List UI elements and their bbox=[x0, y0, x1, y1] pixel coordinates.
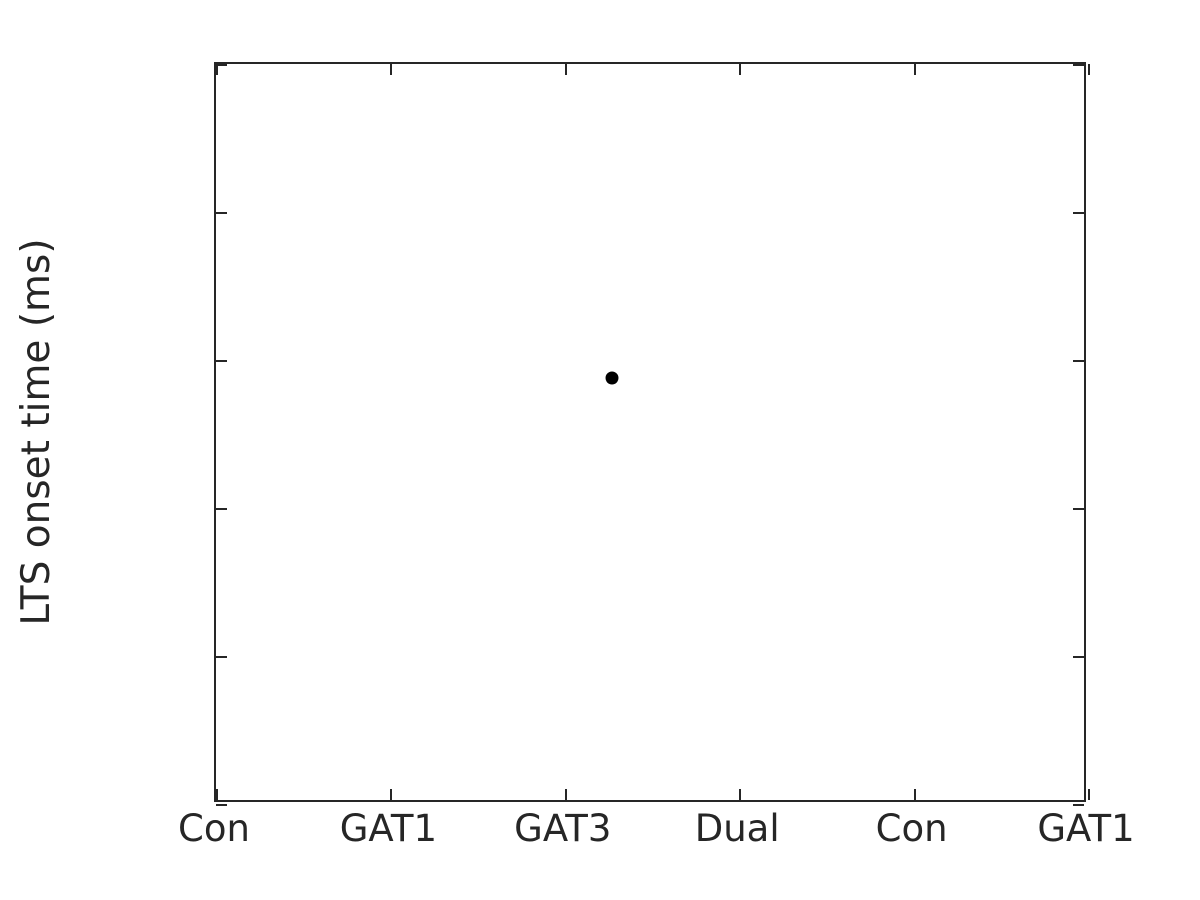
y-tick-mark bbox=[1073, 64, 1084, 66]
y-tick-mark bbox=[216, 656, 227, 658]
x-tick-mark bbox=[739, 789, 742, 800]
y-tick-mark bbox=[216, 360, 227, 362]
x-tick-label: GAT3 bbox=[514, 807, 612, 850]
x-tick-label: GAT1 bbox=[1037, 807, 1135, 850]
y-tick-mark bbox=[1073, 656, 1084, 658]
figure-canvas: 3542.535433543.535443544.53545 LTS onset… bbox=[0, 0, 1200, 900]
x-tick-label: Con bbox=[178, 807, 250, 850]
x-tick-label: Dual bbox=[694, 807, 780, 850]
x-tick-mark bbox=[390, 64, 393, 75]
x-tick-mark bbox=[913, 64, 916, 75]
x-tick-mark bbox=[564, 64, 567, 75]
x-tick-mark bbox=[913, 789, 916, 800]
x-tick-label: Con bbox=[875, 807, 948, 850]
x-tick-mark bbox=[216, 789, 218, 800]
y-tick-mark bbox=[1073, 212, 1084, 214]
x-tick-mark bbox=[390, 789, 393, 800]
data-point bbox=[605, 371, 619, 385]
y-tick-mark bbox=[216, 212, 227, 214]
x-tick-mark bbox=[1088, 64, 1090, 75]
x-tick-mark bbox=[739, 64, 742, 75]
plot-area bbox=[214, 62, 1090, 806]
y-axis-title: LTS onset time (ms) bbox=[14, 238, 59, 626]
y-tick-mark bbox=[216, 508, 227, 510]
x-tick-mark bbox=[216, 64, 218, 75]
x-axis-tick-labels: Con GAT1 GAT3 Dual Con GAT1 bbox=[0, 806, 1200, 886]
y-tick-mark bbox=[1073, 508, 1084, 510]
x-tick-mark bbox=[1088, 789, 1090, 800]
x-tick-label: GAT1 bbox=[339, 807, 438, 850]
x-tick-mark bbox=[564, 789, 567, 800]
y-tick-mark bbox=[1073, 360, 1084, 362]
